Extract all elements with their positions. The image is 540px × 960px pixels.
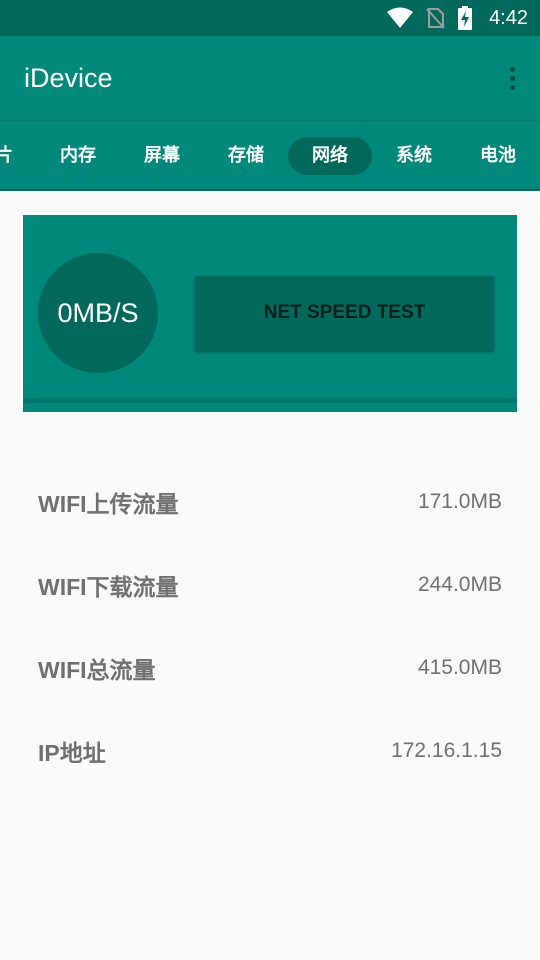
speed-indicator: 0MB/S bbox=[38, 253, 158, 373]
info-label: IP地址 bbox=[38, 740, 106, 766]
more-vert-icon[interactable] bbox=[502, 58, 522, 98]
net-speed-test-button[interactable]: NET SPEED TEST bbox=[195, 276, 494, 350]
status-bar: 4:42 bbox=[0, 0, 540, 36]
status-time: 4:42 bbox=[489, 6, 528, 29]
info-value: 171.0MB bbox=[417, 490, 502, 513]
tab-screen[interactable]: 屏幕 bbox=[130, 137, 194, 175]
app-bar: iDevice bbox=[0, 36, 540, 121]
info-label: WIFI总流量 bbox=[38, 657, 156, 683]
tab-battery[interactable]: 电池 bbox=[466, 137, 530, 175]
tab-storage[interactable]: 存储 bbox=[214, 137, 278, 175]
app-title: iDevice bbox=[24, 62, 113, 93]
info-row-ip-address: IP地址 172.16.1.15 bbox=[38, 731, 502, 771]
info-row-wifi-download: WIFI下载流量 244.0MB bbox=[38, 565, 502, 605]
info-value: 172.16.1.15 bbox=[391, 739, 502, 762]
wifi-icon bbox=[387, 7, 414, 28]
tab-memory[interactable]: 内存 bbox=[46, 137, 110, 175]
tab-network[interactable]: 网络 bbox=[288, 137, 372, 175]
tab-bar: 片 内存 屏幕 存储 网络 系统 电池 bbox=[0, 121, 540, 191]
battery-charging-icon bbox=[458, 6, 473, 30]
info-row-wifi-upload: WIFI上传流量 171.0MB bbox=[38, 482, 502, 522]
tab-system[interactable]: 系统 bbox=[382, 137, 446, 175]
info-row-wifi-total: WIFI总流量 415.0MB bbox=[38, 648, 502, 688]
info-value: 244.0MB bbox=[417, 573, 502, 596]
info-label: WIFI上传流量 bbox=[38, 491, 179, 517]
tab-images[interactable]: 片 bbox=[0, 137, 16, 175]
info-value: 415.0MB bbox=[417, 656, 502, 679]
info-label: WIFI下载流量 bbox=[38, 574, 179, 600]
speed-card: 0MB/S NET SPEED TEST bbox=[23, 215, 517, 412]
card-divider bbox=[23, 398, 517, 412]
no-sim-icon bbox=[426, 8, 445, 29]
network-content: 0MB/S NET SPEED TEST WIFI上传流量 171.0MB WI… bbox=[0, 191, 540, 960]
